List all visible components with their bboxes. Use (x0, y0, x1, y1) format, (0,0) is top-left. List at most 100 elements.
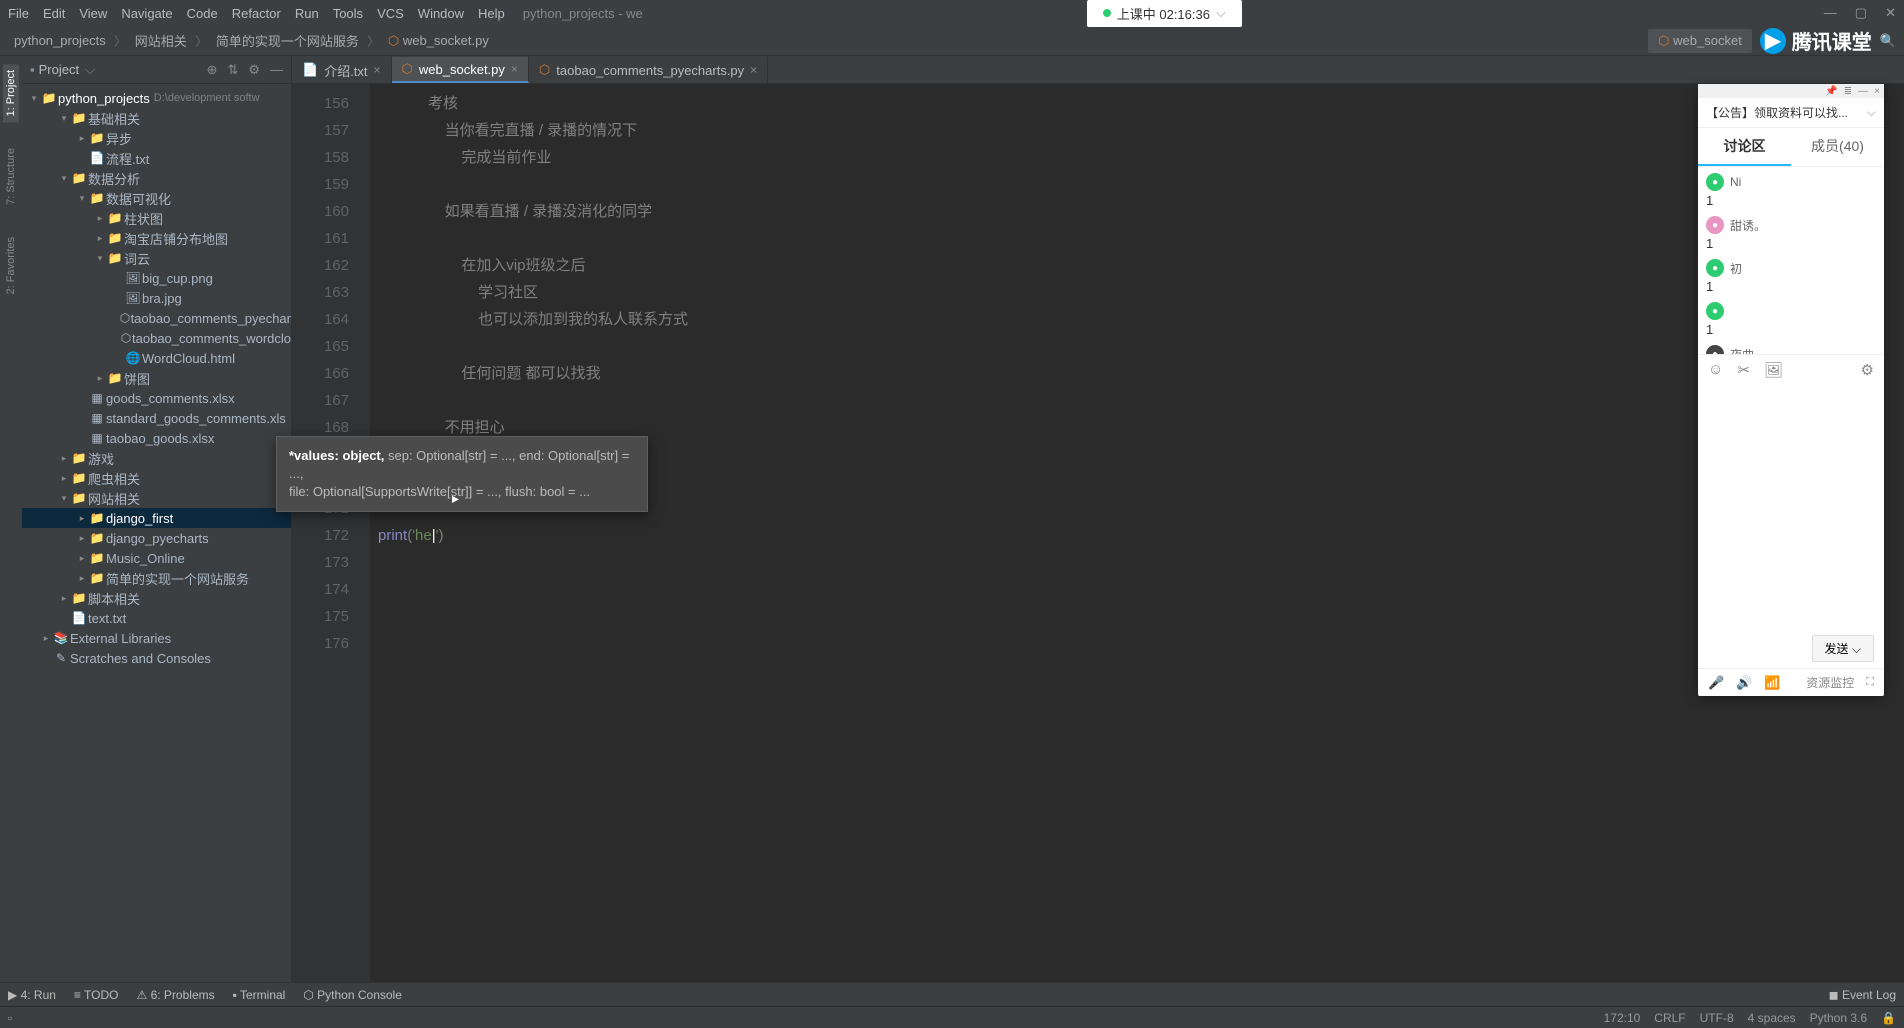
menu-view[interactable]: View (79, 6, 107, 21)
lock-icon[interactable]: 🔒 (1881, 1011, 1896, 1025)
maximize-icon[interactable]: ▢ (1855, 5, 1867, 21)
chat-messages[interactable]: ●Ni1●甜诱。1●初1●1●夜曲还有作业？ 真好●老中医担心自律 有没有人督促… (1698, 167, 1884, 354)
line-separator[interactable]: CRLF (1654, 1011, 1685, 1025)
left-tab-favorites[interactable]: 2: Favorites (3, 231, 19, 300)
close-icon[interactable]: × (374, 63, 381, 77)
menu-run[interactable]: Run (295, 6, 319, 21)
tree-item-music_online[interactable]: ▸📁Music_Online (22, 548, 291, 568)
tree-item-----[interactable]: ▾📁数据分析 (22, 168, 291, 188)
mic-icon[interactable]: 🎤 (1708, 675, 1724, 691)
chat-input[interactable] (1698, 385, 1884, 630)
tree-item-big_cup-png[interactable]: 🖼big_cup.png (22, 268, 291, 288)
terminal-tab[interactable]: ▪ Terminal (233, 988, 286, 1002)
menu-icon[interactable]: ≣ (1844, 86, 1852, 97)
tree-item-scratches-and-consoles[interactable]: ✎Scratches and Consoles (22, 648, 291, 668)
target-icon[interactable]: ⊕ (207, 62, 218, 78)
chevron-down-icon[interactable]: ⌵ (85, 62, 95, 78)
sort-icon[interactable]: ⇅ (227, 62, 238, 78)
code-content[interactable]: 考核 当你看完直播 / 录播的情况下 完成当前作业 如果看直播 / 录播没消化的… (370, 84, 1904, 982)
python-icon: ⬡ (539, 62, 550, 78)
left-tab-project[interactable]: 1: Project (3, 64, 19, 122)
chat-notice[interactable]: 【公告】领取资料可以找... ⌵ (1698, 98, 1884, 128)
settings-icon[interactable]: ⚙ (1861, 361, 1874, 379)
gear-icon[interactable]: ⚙ (248, 62, 260, 78)
tree-item-django_first[interactable]: ▸📁django_first (22, 508, 291, 528)
right-tab[interactable]: ⬡ web_socket (1648, 29, 1752, 53)
close-icon[interactable]: × (1874, 86, 1880, 97)
project-tree[interactable]: ▾📁 python_projects D:\development softw … (22, 84, 291, 982)
scissors-icon[interactable]: ✂ (1737, 361, 1750, 379)
run-tab[interactable]: ▶ 4: Run (8, 988, 56, 1002)
tree-item-standard_goods_comments-xls[interactable]: ▦standard_goods_comments.xls (22, 408, 291, 428)
tree-item------------[interactable]: ▸📁简单的实现一个网站服务 (22, 568, 291, 588)
crumb-root[interactable]: python_projects (8, 31, 112, 50)
tree-item-wordcloud-html[interactable]: 🌐WordCloud.html (22, 348, 291, 368)
tree-item-taobao_goods-xlsx[interactable]: ▦taobao_goods.xlsx (22, 428, 291, 448)
tree-item-----[interactable]: ▸📁爬虫相关 (22, 468, 291, 488)
event-log-tab[interactable]: ◼ Event Log (1829, 988, 1896, 1002)
resource-monitor[interactable]: 资源监控 (1806, 674, 1854, 691)
tree-item----txt[interactable]: 📄流程.txt (22, 148, 291, 168)
editor-body[interactable]: 1561571581591601611621631641651661671681… (292, 84, 1904, 982)
tree-item-----[interactable]: ▸📁脚本相关 (22, 588, 291, 608)
tree-item-taobao_comments_wordclo[interactable]: ⬡taobao_comments_wordclo (22, 328, 291, 348)
tab-taobao[interactable]: ⬡ taobao_comments_pyecharts.py × (529, 57, 768, 83)
tree-item------[interactable]: ▾📁数据可视化 (22, 188, 291, 208)
tree-item---[interactable]: ▾📁词云 (22, 248, 291, 268)
python-console-tab[interactable]: ⬡ Python Console (303, 988, 402, 1002)
close-icon[interactable]: × (511, 62, 518, 76)
chat-tab-members[interactable]: 成员(40) (1791, 128, 1884, 166)
image-icon[interactable]: 🖼 (1764, 361, 1783, 379)
close-icon[interactable]: × (750, 63, 757, 77)
tree-item-django_pyecharts[interactable]: ▸📁django_pyecharts (22, 528, 291, 548)
speaker-icon[interactable]: 🔊 (1736, 675, 1752, 691)
signal-icon[interactable]: 📶 (1764, 675, 1780, 691)
interpreter[interactable]: Python 3.6 (1810, 1011, 1867, 1025)
status-icon[interactable]: ▫ (8, 1011, 12, 1025)
todo-tab[interactable]: ≡ TODO (74, 988, 119, 1002)
crumb-1[interactable]: 网站相关 (129, 29, 193, 52)
tree-item---[interactable]: ▸📁饼图 (22, 368, 291, 388)
menu-window[interactable]: Window (418, 6, 464, 21)
encoding[interactable]: UTF-8 (1700, 1011, 1734, 1025)
tree-item-text-txt[interactable]: 📄text.txt (22, 608, 291, 628)
problems-tab[interactable]: ⚠ 6: Problems (137, 988, 215, 1002)
tree-item-external-libraries[interactable]: ▸📚External Libraries (22, 628, 291, 648)
tree-item-taobao_comments_pyechar[interactable]: ⬡taobao_comments_pyechar (22, 308, 291, 328)
tree-item-bra-jpg[interactable]: 🖼bra.jpg (22, 288, 291, 308)
tab-intro[interactable]: 📄 介绍.txt × (292, 57, 392, 83)
tab-websocket[interactable]: ⬡ web_socket.py × (392, 57, 529, 83)
emoji-icon[interactable]: ☺ (1708, 361, 1723, 378)
menu-code[interactable]: Code (187, 6, 218, 21)
menu-vcs[interactable]: VCS (377, 6, 404, 21)
crumb-2[interactable]: 简单的实现一个网站服务 (210, 29, 365, 52)
search-icon[interactable]: 🔍 (1880, 33, 1896, 49)
menu-edit[interactable]: Edit (43, 6, 65, 21)
tree-item---------[interactable]: ▸📁淘宝店铺分布地图 (22, 228, 291, 248)
close-icon[interactable]: ✕ (1885, 5, 1896, 21)
tree-item-----[interactable]: ▾📁基础相关 (22, 108, 291, 128)
tree-item-----[interactable]: ▾📁网站相关 (22, 488, 291, 508)
menu-refactor[interactable]: Refactor (232, 6, 281, 21)
menu-file[interactable]: File (8, 6, 29, 21)
tree-root[interactable]: ▾📁 python_projects D:\development softw (22, 88, 291, 108)
left-tab-structure[interactable]: 7: Structure (3, 142, 19, 211)
tree-item---[interactable]: ▸📁游戏 (22, 448, 291, 468)
collapse-icon[interactable]: — (270, 62, 283, 78)
crumb-file[interactable]: ⬡ web_socket.py (382, 31, 495, 51)
indent[interactable]: 4 spaces (1748, 1011, 1796, 1025)
chat-tab-discuss[interactable]: 讨论区 (1698, 128, 1791, 166)
minimize-icon[interactable]: — (1858, 86, 1868, 97)
menu-tools[interactable]: Tools (333, 6, 363, 21)
tree-item---[interactable]: ▸📁异步 (22, 128, 291, 148)
menu-help[interactable]: Help (478, 6, 505, 21)
expand-icon[interactable]: ⛶ (1866, 676, 1874, 689)
send-button[interactable]: 发送 ⌵ (1812, 635, 1874, 662)
chat-message: ●甜诱。1 (1706, 216, 1876, 251)
menu-navigate[interactable]: Navigate (121, 6, 172, 21)
live-status[interactable]: 上课中 02:16:36 ⌵ (1087, 0, 1242, 27)
pin-icon[interactable]: 📌 (1825, 86, 1837, 97)
minimize-icon[interactable]: — (1824, 5, 1837, 21)
tree-item-goods_comments-xlsx[interactable]: ▦goods_comments.xlsx (22, 388, 291, 408)
tree-item----[interactable]: ▸📁柱状图 (22, 208, 291, 228)
